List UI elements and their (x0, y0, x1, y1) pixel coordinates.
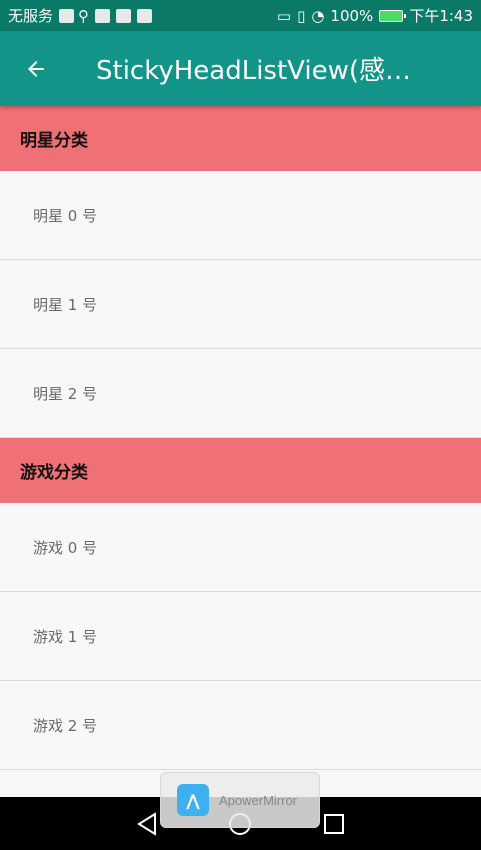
list-item[interactable]: 游戏 0 号 (0, 503, 481, 592)
list-item[interactable]: 明星 0 号 (0, 171, 481, 260)
carrier-text: 无服务 (8, 7, 54, 25)
apowermirror-toast: ⋀ ApowerMirror (160, 772, 320, 828)
apowermirror-logo-icon: ⋀ (177, 784, 209, 816)
vibrate-icon: ▯ (297, 6, 306, 25)
battery-percent: 100% (330, 6, 374, 25)
page-title: StickyHeadListView(感谢大… (96, 56, 432, 86)
toast-label: ApowerMirror (219, 792, 298, 808)
weibo-icon (95, 8, 111, 23)
app-bar: StickyHeadListView(感谢大… (0, 31, 481, 106)
back-button[interactable] (0, 31, 72, 106)
usb-icon: ⚲ (78, 6, 90, 25)
sticky-list[interactable]: 明星分类 明星 0 号 明星 1 号 明星 2 号 游戏分类 游戏 0 号 游戏… (0, 106, 481, 797)
status-bar: 无服务 ⚲ ▭ ▯ ◔ 100% 下午1:43 (0, 0, 481, 31)
list-item[interactable]: 游戏 2 号 (0, 681, 481, 770)
map-icon (116, 8, 132, 23)
clock: 下午1:43 (409, 7, 473, 25)
list-item[interactable]: 明星 2 号 (0, 349, 481, 438)
list-item[interactable]: 游戏 1 号 (0, 592, 481, 681)
status-left: 无服务 ⚲ (8, 5, 153, 26)
section-header-stars: 明星分类 (0, 106, 481, 171)
arrow-left-icon (28, 60, 44, 77)
battery-icon (379, 9, 407, 22)
section-header-games: 游戏分类 (0, 438, 481, 503)
app-icon (137, 8, 153, 23)
wifi-icon: ◔ (311, 6, 325, 25)
status-right: ▭ ▯ ◔ 100% 下午1:43 (277, 5, 473, 26)
triangle-back-icon (136, 811, 156, 836)
square-recents-icon (324, 813, 345, 834)
nav-back-button[interactable] (135, 811, 159, 836)
cast-icon: ▭ (276, 6, 292, 25)
nav-recents-button[interactable] (322, 812, 346, 836)
notification-icon (59, 8, 75, 23)
list-item[interactable]: 明星 1 号 (0, 260, 481, 349)
